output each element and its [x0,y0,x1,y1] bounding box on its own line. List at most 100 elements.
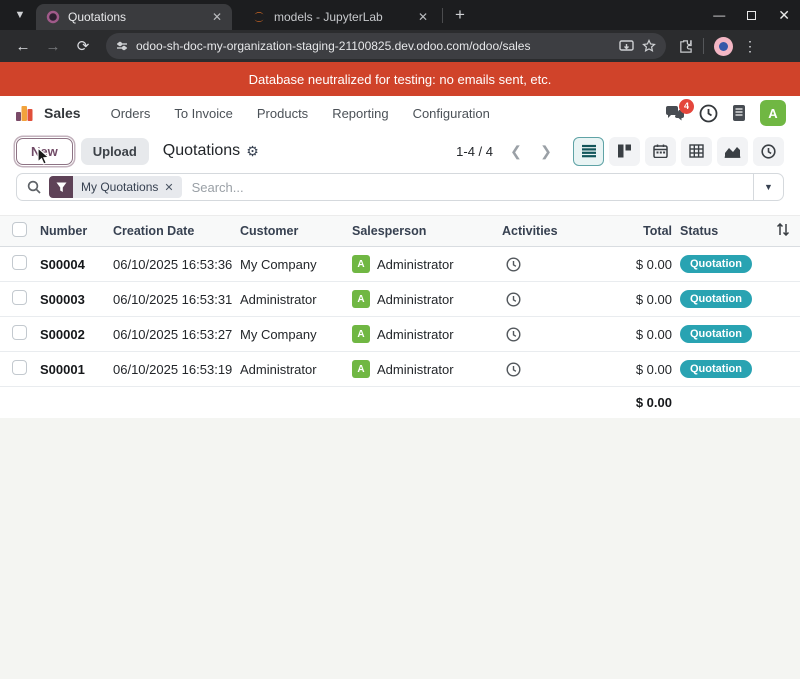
mobile-device-icon[interactable] [732,104,746,122]
status-badge: Quotation [680,325,752,343]
row-checkbox[interactable] [0,360,40,378]
back-icon[interactable]: ← [10,33,36,59]
page-title: Quotations [163,142,240,160]
schedule-activity-clock-icon[interactable] [502,327,521,342]
tab-search-chevron-icon[interactable]: ▼ [8,3,32,27]
tab-close-icon[interactable]: ✕ [416,10,430,24]
row-date: 06/10/2025 16:53:31 [113,292,240,307]
app-name[interactable]: Sales [44,105,81,121]
tab-close-icon[interactable]: ✕ [210,10,224,24]
browser-titlebar: ▼ Quotations ✕ models - JupyterLab ✕ + —… [0,0,800,30]
user-avatar[interactable]: A [760,100,786,126]
table-row[interactable]: S00003 06/10/2025 16:53:31 Administrator… [0,282,800,317]
view-switcher [573,137,784,166]
row-date: 06/10/2025 16:53:19 [113,362,240,377]
filter-funnel-icon [49,176,73,198]
list-header: Number Creation Date Customer Salesperso… [0,215,800,247]
view-list-icon[interactable] [573,137,604,166]
bookmark-star-icon[interactable] [642,39,656,53]
upload-button[interactable]: Upload [81,138,149,165]
forward-icon[interactable]: → [40,33,66,59]
table-row[interactable]: S00004 06/10/2025 16:53:36 My Company A … [0,247,800,282]
pager-range: 1-4 / 4 [456,144,493,159]
row-salesperson: A Administrator [352,255,502,273]
view-calendar-icon[interactable] [645,137,676,166]
status-badge: Quotation [680,255,752,273]
row-checkbox[interactable] [0,290,40,308]
select-all-checkbox[interactable] [0,222,40,240]
search-input[interactable] [192,180,753,195]
search-dropdown-caret-icon[interactable]: ▼ [753,174,783,200]
col-total[interactable]: Total [590,224,672,238]
search-row: My Quotations ✕ ▼ [0,172,800,201]
extensions-puzzle-icon[interactable] [678,39,693,54]
site-info-icon[interactable] [116,40,128,52]
install-app-icon[interactable] [619,40,634,53]
odoo-favicon-icon [46,10,60,24]
view-pivot-icon[interactable] [681,137,712,166]
schedule-activity-clock-icon[interactable] [502,292,521,307]
schedule-activity-clock-icon[interactable] [502,362,521,377]
menu-products[interactable]: Products [247,100,318,127]
neutralized-banner: Database neutralized for testing: no ema… [0,62,800,96]
optional-columns-icon[interactable] [770,223,800,239]
menu-to-invoice[interactable]: To Invoice [164,100,243,127]
view-kanban-icon[interactable] [609,137,640,166]
new-tab-button[interactable]: + [447,2,473,28]
menu-orders[interactable]: Orders [101,100,161,127]
col-status[interactable]: Status [672,224,770,238]
menu-reporting[interactable]: Reporting [322,100,398,127]
row-customer: Administrator [240,292,352,307]
pager-next-icon[interactable]: ❯ [533,138,559,164]
row-date: 06/10/2025 16:53:27 [113,327,240,342]
salesperson-avatar: A [352,255,370,273]
row-checkbox[interactable] [0,255,40,273]
window-maximize-icon[interactable] [747,11,756,20]
row-customer: Administrator [240,362,352,377]
tab-divider [442,8,443,23]
col-customer[interactable]: Customer [240,224,352,238]
row-number: S00001 [40,362,113,377]
search-box[interactable]: My Quotations ✕ ▼ [16,173,784,201]
row-number: S00004 [40,257,113,272]
browser-menu-kebab-icon[interactable]: ⋮ [743,38,757,55]
status-badge: Quotation [680,360,752,378]
jupyter-favicon-icon [252,10,266,24]
view-gear-icon[interactable]: ⚙ [246,143,259,160]
col-creation-date[interactable]: Creation Date [113,224,240,238]
window-close-icon[interactable]: ✕ [778,7,790,24]
view-graph-icon[interactable] [717,137,748,166]
facet-label: My Quotations [81,180,158,194]
filter-facet-my-quotations[interactable]: My Quotations ✕ [49,176,182,198]
url-text: odoo-sh-doc-my-organization-staging-2110… [136,39,611,53]
col-activities[interactable]: Activities [502,224,590,238]
row-date: 06/10/2025 16:53:36 [113,257,240,272]
salesperson-avatar: A [352,325,370,343]
table-row[interactable]: S00001 06/10/2025 16:53:19 Administrator… [0,352,800,387]
col-salesperson[interactable]: Salesperson [352,224,502,238]
menu-configuration[interactable]: Configuration [403,100,500,127]
salesperson-avatar: A [352,360,370,378]
row-checkbox[interactable] [0,325,40,343]
browser-tab-jupyterlab[interactable]: models - JupyterLab ✕ [242,4,438,30]
window-minimize-icon[interactable]: — [713,8,725,22]
messages-icon[interactable]: 4 [665,105,685,122]
browser-tab-quotations[interactable]: Quotations ✕ [36,4,232,30]
control-panel: New Upload Quotations ⚙ 1-4 / 4 ❮ ❯ [0,130,800,172]
schedule-activity-clock-icon[interactable] [502,257,521,272]
address-bar[interactable]: odoo-sh-doc-my-organization-staging-2110… [106,33,666,59]
col-number[interactable]: Number [40,224,113,238]
reload-icon[interactable]: ⟳ [70,33,96,59]
row-salesperson: A Administrator [352,325,502,343]
pager-previous-icon[interactable]: ❮ [503,138,529,164]
row-number: S00002 [40,327,113,342]
new-button[interactable]: New [16,138,73,165]
view-activity-icon[interactable] [753,137,784,166]
facet-remove-icon[interactable]: ✕ [164,181,173,194]
sales-app-icon[interactable] [14,103,34,123]
browser-profile-avatar[interactable] [714,37,733,56]
table-row[interactable]: S00002 06/10/2025 16:53:27 My Company A … [0,317,800,352]
activities-clock-icon[interactable] [699,104,718,123]
row-number: S00003 [40,292,113,307]
row-total: $ 0.00 [590,362,672,377]
